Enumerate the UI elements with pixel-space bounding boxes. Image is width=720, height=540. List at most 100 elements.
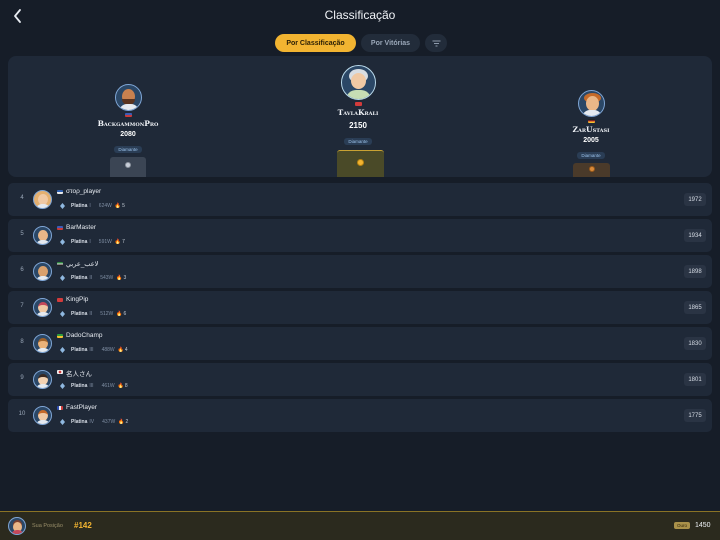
table-row[interactable]: 5 BarMaster Platina I 591W 🔥 7 1934 <box>8 219 712 252</box>
tier-badge: Diamante <box>344 138 372 145</box>
my-position-label: Sua Posição <box>32 523 63 529</box>
fire-icon: 🔥 <box>117 346 124 353</box>
player-stats: Platina II 512W 🔥 6 <box>60 309 126 318</box>
tier-level: I <box>89 202 91 209</box>
pedestal-first <box>337 150 384 177</box>
fire-icon: 🔥 <box>114 238 122 245</box>
tier-level: III <box>89 346 94 353</box>
tier-badge: Ouro <box>674 522 691 529</box>
avatar <box>114 84 142 111</box>
tier-badge: Diamante <box>577 152 605 159</box>
rank-number: 8 <box>20 339 24 345</box>
streak-count: 8 <box>124 382 128 389</box>
tier-name: Platina <box>71 202 88 209</box>
avatar <box>33 370 52 389</box>
flag-icon <box>587 119 595 123</box>
player-stats: Platina IV 437W 🔥 2 <box>60 417 128 426</box>
player-name: KingPip <box>66 296 89 303</box>
player-score: 2005 <box>583 137 599 144</box>
filter-button[interactable] <box>425 34 447 52</box>
podium-second[interactable]: BackgammonPro 2080 Diamante <box>78 84 178 156</box>
player-name: TavlaKrali <box>337 108 379 117</box>
streak-count: 7 <box>122 238 125 245</box>
rank-number: 10 <box>18 411 26 417</box>
flag-icon <box>57 370 63 374</box>
fire-icon: 🔥 <box>116 310 123 317</box>
flag-icon <box>57 226 63 230</box>
bronze-medal-icon <box>588 166 595 172</box>
player-name: FastPlayer <box>66 404 98 411</box>
tier-name: Platina <box>71 418 88 425</box>
rank-number: 4 <box>20 195 24 201</box>
player-name: لاعب_عربي <box>66 261 99 268</box>
streak-count: 5 <box>122 202 125 209</box>
player-stats: Platina I 624W 🔥 5 <box>60 201 125 210</box>
table-row[interactable]: 8 DadoChamp Platina III 488W 🔥 4 1830 <box>8 327 712 360</box>
wins-count: 543W <box>100 274 114 281</box>
player-name: στορ_player <box>66 188 102 195</box>
rating-badge: 1898 <box>684 265 706 278</box>
tier-name: Platina <box>71 346 88 353</box>
pedestal-third <box>573 163 610 177</box>
player-stats: Platina I 591W 🔥 7 <box>60 237 125 246</box>
flag-icon <box>57 262 63 266</box>
tab-by-rating[interactable]: Por Classificação <box>275 34 356 52</box>
diamond-icon <box>60 202 65 209</box>
podium-first[interactable]: TavlaKrali 2150 Diamante <box>303 65 413 148</box>
fire-icon: 🔥 <box>116 274 123 281</box>
player-stats: Platina II 543W 🔥 3 <box>60 273 126 282</box>
my-position-bar[interactable]: Sua Posição #142 Ouro 1450 <box>0 511 720 540</box>
tier-level: III <box>89 382 94 389</box>
filter-icon <box>432 40 440 46</box>
flag-icon <box>57 298 63 302</box>
avatar <box>33 334 52 353</box>
table-row[interactable]: 6 لاعب_عربي Platina II 543W 🔥 3 1898 <box>8 255 712 288</box>
fire-icon: 🔥 <box>117 382 124 389</box>
podium-third[interactable]: ZarUstasi 2005 Diamante <box>541 90 641 162</box>
table-row[interactable]: 10 FastPlayer Platina IV 437W 🔥 2 1775 <box>8 399 712 432</box>
my-rank: #142 <box>74 521 92 530</box>
diamond-icon <box>60 382 65 389</box>
avatar <box>33 298 52 317</box>
player-name: 名人さん <box>66 371 92 378</box>
wins-count: 437W <box>102 418 116 425</box>
rank-number: 9 <box>20 375 24 381</box>
flag-icon <box>354 102 362 106</box>
streak-count: 2 <box>125 418 129 425</box>
wins-count: 488W <box>101 346 115 353</box>
table-row[interactable]: 7 KingPip Platina II 512W 🔥 6 1865 <box>8 291 712 324</box>
avatar <box>33 190 52 209</box>
wins-count: 591W <box>98 238 112 245</box>
rank-number: 6 <box>20 267 24 273</box>
diamond-icon <box>60 418 65 425</box>
table-row[interactable]: 9 名人さん Platina III 461W 🔥 8 1801 <box>8 363 712 396</box>
wins-count: 512W <box>100 310 114 317</box>
flag-icon <box>124 113 132 117</box>
rank-number: 5 <box>20 231 24 237</box>
flag-icon <box>57 334 63 338</box>
tier-name: Platina <box>71 274 88 281</box>
avatar <box>33 226 52 245</box>
player-score: 2080 <box>120 131 136 138</box>
header: Classificação <box>0 0 720 32</box>
table-row[interactable]: 4 στορ_player Platina I 624W 🔥 5 1972 <box>8 183 712 216</box>
player-name: DadoChamp <box>66 332 103 339</box>
player-score: 2150 <box>349 121 367 130</box>
diamond-icon <box>60 346 65 353</box>
diamond-icon <box>60 274 65 281</box>
rating-badge: 1775 <box>684 409 706 422</box>
tab-by-wins[interactable]: Por Vitórias <box>361 34 420 52</box>
diamond-icon <box>60 310 65 317</box>
tier-level: I <box>89 238 91 245</box>
flag-icon <box>57 190 63 194</box>
rating-badge: 1801 <box>684 373 706 386</box>
my-rating: 1450 <box>695 522 711 529</box>
avatar <box>8 517 26 535</box>
rating-badge: 1972 <box>684 193 706 206</box>
rating-badge: 1865 <box>684 301 706 314</box>
avatar <box>577 90 605 117</box>
streak-count: 4 <box>124 346 128 353</box>
avatar <box>33 406 52 425</box>
fire-icon: 🔥 <box>114 202 122 209</box>
streak-count: 6 <box>123 310 127 317</box>
